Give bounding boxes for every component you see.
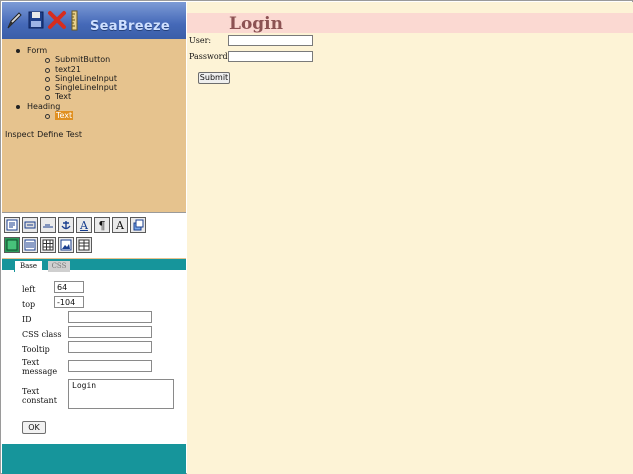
tree-item-heading[interactable]: Heading Text [12, 102, 182, 121]
property-tabs: Base CSS [2, 259, 186, 272]
text-constant-textarea[interactable]: Login [68, 379, 174, 409]
text-message-label: Text message [22, 358, 58, 376]
password-input[interactable] [228, 51, 313, 62]
list-icon[interactable] [22, 237, 38, 253]
image-icon[interactable] [4, 237, 20, 253]
tooltip-label: Tooltip [22, 345, 50, 354]
css-class-label: CSS class [22, 330, 62, 339]
top-input[interactable] [54, 296, 84, 308]
test-link[interactable]: Test [66, 130, 82, 139]
top-label: top [22, 300, 36, 309]
ok-button[interactable]: OK [22, 421, 46, 434]
delete-icon[interactable] [47, 8, 67, 32]
left-label: left [22, 285, 36, 294]
submit-button[interactable]: Submit [198, 72, 230, 84]
element-tree: Form SubmitButton text21 SingleLineInput… [12, 46, 182, 121]
tab-css[interactable]: CSS [48, 261, 70, 272]
ruler-icon[interactable] [69, 8, 81, 32]
page-preview: Login User: Password: Submit [187, 2, 633, 474]
id-label: ID [22, 315, 32, 324]
brand-logo-text: SeaBreeze [90, 19, 170, 34]
text-message-input[interactable] [68, 360, 152, 372]
password-label: Password: [189, 52, 231, 61]
user-input[interactable] [228, 35, 313, 46]
tree-item-heading-text-selected[interactable]: Text [27, 111, 182, 121]
widget-palette: A ¶ A [2, 212, 186, 258]
tree-item-text21[interactable]: text21 [27, 65, 182, 74]
define-link[interactable]: Define [37, 130, 63, 139]
page-title: Login [229, 14, 283, 34]
property-panel: Base CSS left top ID CSS class Tooltip T… [2, 259, 186, 444]
tab-base[interactable]: Base [14, 261, 42, 272]
form-widget-icon[interactable] [4, 217, 20, 233]
link-text-icon[interactable]: A [76, 217, 92, 233]
pencil-icon[interactable] [5, 8, 25, 32]
button-widget-icon[interactable] [22, 217, 38, 233]
picture-icon[interactable] [58, 237, 74, 253]
anchor-icon[interactable] [58, 217, 74, 233]
input-widget-icon[interactable] [40, 217, 56, 233]
css-class-input[interactable] [68, 326, 152, 338]
text-icon[interactable]: A [112, 217, 128, 233]
sidebar-header: SeaBreeze [2, 2, 186, 39]
sidebar-footer [2, 444, 186, 474]
table-icon[interactable] [76, 237, 92, 253]
inspect-link[interactable]: Inspect [5, 130, 34, 139]
paragraph-icon[interactable]: ¶ [94, 217, 110, 233]
window: SeaBreeze Form SubmitButton text21 Singl… [0, 0, 633, 474]
left-input[interactable] [54, 281, 84, 293]
save-icon[interactable] [26, 8, 46, 32]
text-constant-label: Text constant [22, 387, 57, 405]
tree-item-singlelineinput[interactable]: SingleLineInput [27, 74, 182, 83]
id-input[interactable] [68, 311, 152, 323]
tree-item-submitbutton[interactable]: SubmitButton [27, 55, 182, 64]
mode-links: Inspect Define Test [5, 130, 85, 139]
tree-item-singlelineinput[interactable]: SingleLineInput [27, 83, 182, 92]
editor-sidebar: SeaBreeze Form SubmitButton text21 Singl… [2, 2, 186, 474]
refresh-icon[interactable] [130, 217, 146, 233]
tooltip-input[interactable] [68, 341, 152, 353]
user-label: User: [189, 36, 212, 45]
tree-item-form[interactable]: Form SubmitButton text21 SingleLineInput… [12, 46, 182, 102]
tree-item-text[interactable]: Text [27, 92, 182, 101]
grid-icon[interactable] [40, 237, 56, 253]
